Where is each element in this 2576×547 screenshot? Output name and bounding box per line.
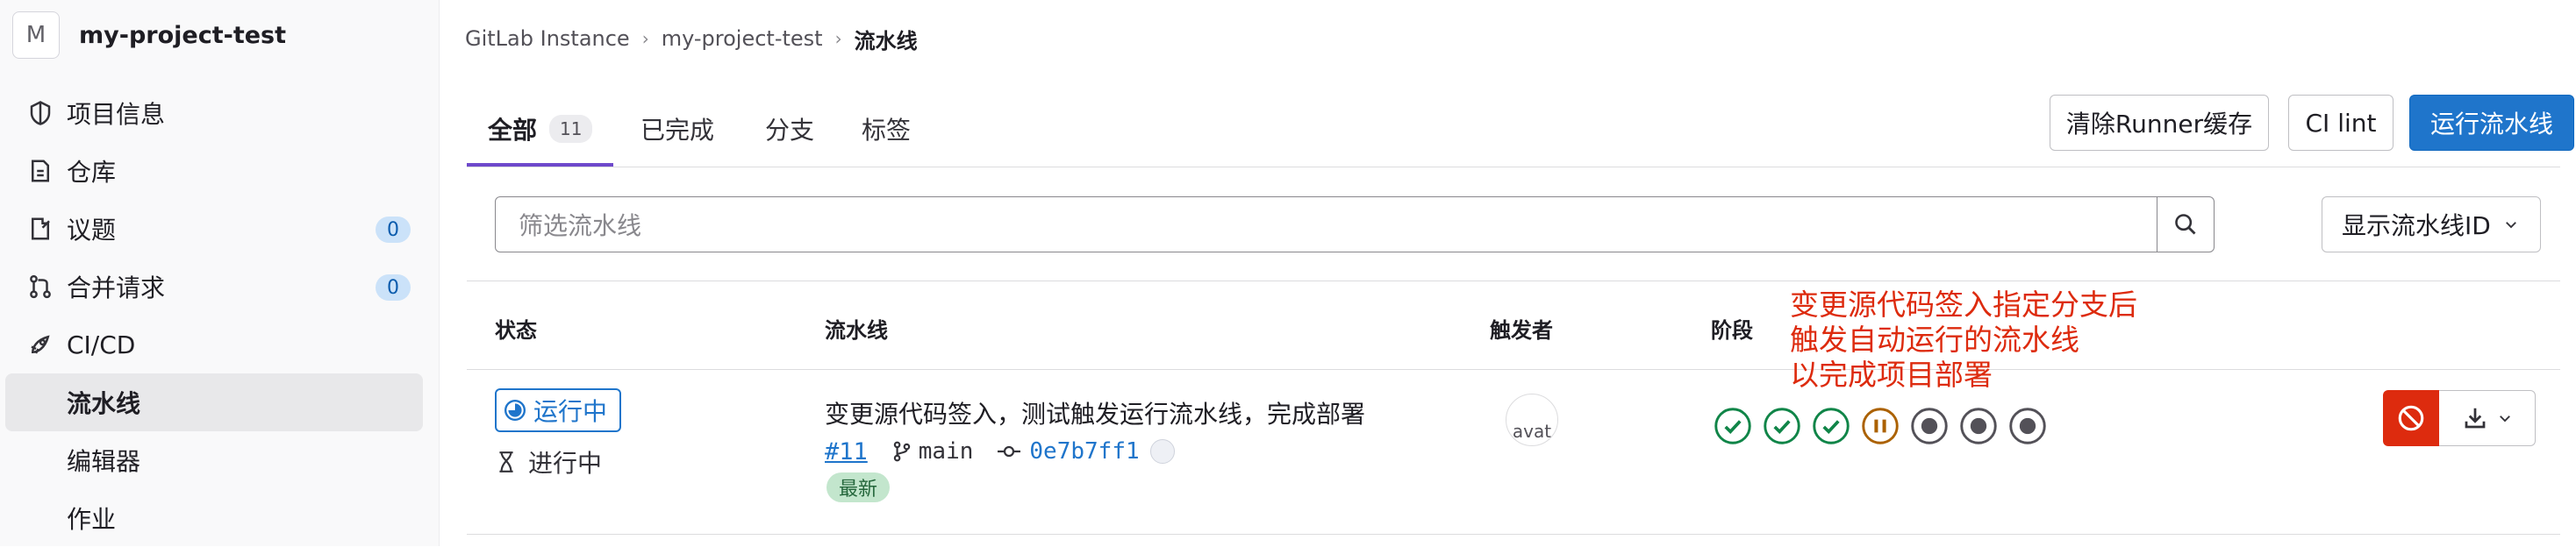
annotation-line: 触发自动运行的流水线 (1790, 323, 2079, 357)
breadcrumb-item-current: 流水线 (854, 28, 918, 53)
status-success-icon (1764, 408, 1800, 444)
project-info-icon (23, 96, 58, 131)
project-header[interactable]: M my-project-test (12, 11, 286, 60)
sidebar-item-label: 议题 (67, 216, 117, 245)
breadcrumb-item-project[interactable]: my-project-test (662, 26, 823, 51)
branch-name: main (918, 438, 974, 465)
project-avatar: M (12, 11, 60, 59)
stage-success-2[interactable] (1760, 404, 1804, 448)
stage-created-1[interactable] (1907, 404, 1951, 448)
download-artifacts-button[interactable] (2439, 390, 2536, 446)
chevron-right-icon: › (641, 28, 649, 49)
chevron-down-icon (2499, 416, 2510, 423)
annotation-line: 变更源代码签入指定分支后 (1790, 288, 2137, 322)
cancel-icon (2398, 405, 2424, 431)
pipeline-meta: #11 main 0e7b7ff1 (825, 434, 1175, 469)
sidebar-subitem-editor[interactable]: 编辑器 (0, 431, 439, 489)
status-paused-icon (1862, 408, 1899, 444)
status-running-icon (504, 399, 526, 422)
status-label: 运行中 (533, 397, 608, 426)
pipeline-id-link[interactable]: #11 (825, 438, 868, 465)
stage-created-3[interactable] (2006, 404, 2050, 448)
sidebar-item-label: CI/CD (67, 330, 136, 359)
branch-ref[interactable]: main (892, 438, 974, 465)
duration: 进行中 (497, 444, 602, 480)
status-created-icon (1911, 408, 1948, 444)
filter-input[interactable]: 筛选流水线 (496, 197, 2157, 252)
sidebar-item-repository[interactable]: 仓库 (0, 142, 439, 200)
chevron-right-icon: › (834, 28, 842, 49)
tab-all[interactable]: 全部 11 (467, 93, 614, 167)
column-header-status: 状态 (495, 318, 537, 343)
latest-badge: 最新 (826, 472, 891, 502)
tab-finished[interactable]: 已完成 (640, 93, 714, 165)
merge-requests-count-badge: 0 (376, 274, 411, 301)
table-row: 运行中 进行中 变更源代码签入，测试触发运行流水线，完成部署 #11 main … (467, 369, 2560, 535)
issues-count-badge: 0 (376, 217, 411, 243)
column-header-pipeline: 流水线 (825, 318, 888, 343)
column-header-triggerer: 触发者 (1490, 318, 1553, 343)
sidebar-subitem-pipelines[interactable]: 流水线 (5, 373, 423, 431)
hourglass-icon (499, 451, 513, 472)
sidebar-item-issues[interactable]: 议题 0 (0, 200, 439, 258)
pipeline-title[interactable]: 变更源代码签入，测试触发运行流水线，完成部署 (825, 395, 1365, 430)
branch-icon (893, 441, 910, 462)
breadcrumb: GitLab Instance › my-project-test › 流水线 (465, 21, 918, 56)
column-header-stages: 阶段 (1711, 318, 1753, 343)
issues-icon (23, 211, 58, 246)
table-header: 状态 流水线 触发者 阶段 (467, 281, 2560, 370)
sidebar-item-label: 仓库 (67, 158, 117, 187)
status-success-icon (1813, 408, 1850, 444)
repository-icon (23, 153, 58, 188)
download-icon (2465, 408, 2485, 429)
sidebar-item-label: 项目信息 (67, 100, 166, 129)
breadcrumb-item-instance[interactable]: GitLab Instance (465, 26, 630, 51)
commit-ref[interactable]: 0e7b7ff1 (996, 438, 1140, 465)
status-badge[interactable]: 运行中 (495, 388, 622, 432)
sidebar-item-cicd[interactable]: CI/CD (0, 316, 439, 373)
duration-label: 进行中 (528, 449, 603, 478)
search-icon (2175, 214, 2196, 235)
search-button[interactable] (2157, 197, 2214, 252)
sidebar: M my-project-test 项目信息 仓库 议题 0 合并请求 0 CI… (0, 0, 440, 546)
commit-icon (998, 445, 1021, 458)
sidebar-item-project-info[interactable]: 项目信息 (0, 84, 439, 142)
run-pipeline-button[interactable]: 运行流水线 (2409, 95, 2574, 151)
merge-request-icon (23, 269, 58, 304)
stage-created-2[interactable] (1957, 404, 2000, 448)
tab-count-badge: 11 (549, 115, 593, 143)
project-name[interactable]: my-project-test (79, 22, 286, 49)
dropdown-label: 显示流水线ID (2342, 211, 2491, 240)
status-success-icon (1714, 408, 1751, 444)
rocket-icon (23, 327, 58, 362)
chevron-down-icon (2505, 222, 2516, 229)
sidebar-nav: 项目信息 仓库 议题 0 合并请求 0 CI/CD 流水线 编辑器 作业 (0, 84, 439, 547)
pipeline-stages (1711, 404, 2055, 448)
sidebar-subitem-jobs[interactable]: 作业 (0, 489, 439, 547)
stage-running[interactable] (1858, 404, 1902, 448)
triggerer-avatar[interactable]: avat (1506, 394, 1558, 446)
display-pipeline-id-dropdown[interactable]: 显示流水线ID (2322, 196, 2541, 252)
status-created-icon (1960, 408, 1997, 444)
status-created-icon (2009, 408, 2046, 444)
tab-branches[interactable]: 分支 (765, 93, 814, 165)
pipeline-filter: 筛选流水线 (495, 196, 2215, 252)
stage-success-3[interactable] (1809, 404, 1853, 448)
ci-lint-button[interactable]: CI lint (2288, 95, 2394, 151)
app: M my-project-test 项目信息 仓库 议题 0 合并请求 0 CI… (0, 0, 2576, 546)
clear-runner-cache-button[interactable]: 清除Runner缓存 (2050, 95, 2269, 151)
stage-success-1[interactable] (1711, 404, 1755, 448)
sidebar-item-merge-requests[interactable]: 合并请求 0 (0, 258, 439, 316)
tab-tags[interactable]: 标签 (862, 93, 911, 165)
commit-author-avatar[interactable] (1149, 439, 1175, 464)
tab-label: 全部 (488, 116, 538, 145)
cancel-pipeline-button[interactable] (2383, 390, 2439, 446)
main-content: GitLab Instance › my-project-test › 流水线 … (465, 0, 2576, 546)
avatar-alt-text: avat (1512, 421, 1552, 442)
commit-sha: 0e7b7ff1 (1029, 438, 1140, 465)
sidebar-item-label: 合并请求 (67, 274, 166, 302)
